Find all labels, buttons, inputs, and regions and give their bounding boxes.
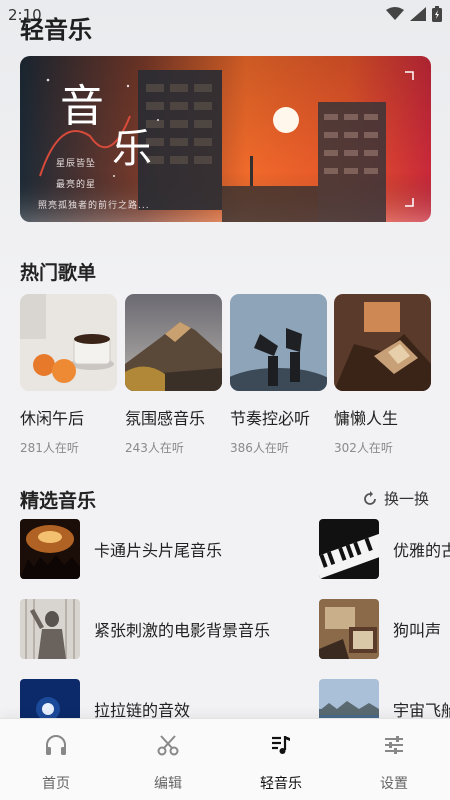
page-title: 轻音乐 — [20, 16, 92, 44]
banner-title-char-2: 乐 — [112, 126, 152, 172]
banner-title-char-1: 音 — [60, 81, 104, 132]
battery-icon — [432, 6, 442, 22]
music-title: 狗叫声 — [393, 621, 442, 640]
nav-label: 设置 — [380, 776, 408, 792]
playlist-card[interactable]: 氛围感音乐 243人在听 — [125, 294, 222, 456]
banner-caption-line: 星辰皆坠 — [56, 159, 97, 169]
nav-label: 轻音乐 — [260, 776, 302, 792]
playlist-listeners: 302人在听 — [334, 441, 393, 455]
playlist-card[interactable]: 节奏控必听 386人在听 — [230, 294, 327, 456]
hot-playlists: 休闲午后 281人在听 氛围感音乐 243人在听 节奏控必听 386人在听 慵懒… — [20, 294, 450, 464]
music-item[interactable]: 拉拉链的音效 — [20, 678, 190, 718]
playlist-card[interactable]: 慵懒人生 302人在听 — [334, 294, 431, 456]
music-item[interactable]: 狗叫声 — [319, 598, 441, 660]
featured-music-heading: 精选音乐 — [20, 490, 97, 512]
music-cover — [20, 519, 80, 579]
music-cover — [319, 679, 379, 718]
banner-caption-line: 照亮孤独者的前行之路... — [38, 201, 150, 211]
nav-item-light-music[interactable]: 轻音乐 — [225, 719, 337, 800]
music-note-icon — [272, 736, 290, 754]
playlist-name: 慵懒人生 — [334, 409, 399, 428]
sliders-icon — [385, 736, 403, 754]
playlist-listeners: 386人在听 — [230, 441, 289, 455]
refresh-button[interactable]: 换一换 — [362, 488, 429, 509]
nav-item-home[interactable]: 首页 — [0, 719, 112, 800]
playlist-card[interactable]: 休闲午后 281人在听 — [20, 294, 117, 456]
music-cover — [319, 519, 379, 579]
refresh-label: 换一换 — [384, 490, 430, 508]
wifi-icon — [386, 7, 404, 20]
music-title: 拉拉链的音效 — [94, 701, 191, 718]
refresh-icon — [364, 490, 376, 505]
music-item[interactable]: 紧张刺激的电影背景音乐 — [20, 598, 270, 660]
nav-label: 首页 — [42, 776, 70, 792]
nav-item-edit[interactable]: 编辑 — [112, 719, 224, 800]
scissors-icon — [157, 735, 179, 756]
playlist-name: 氛围感音乐 — [125, 409, 206, 428]
banner-caption-line: 最亮的星 — [56, 180, 97, 190]
nav-item-settings[interactable]: 设置 — [338, 719, 450, 800]
playlist-listeners: 243人在听 — [125, 441, 184, 455]
music-cover — [319, 599, 379, 659]
banner-carousel[interactable]: 音 乐 星辰皆坠 最亮的星 照亮孤独者的前行之路... — [20, 56, 431, 222]
playlist-cover — [334, 294, 431, 391]
music-title: 紧张刺激的电影背景音乐 — [94, 621, 271, 640]
music-title: 卡通片头片尾音乐 — [94, 541, 223, 560]
nav-label: 编辑 — [154, 776, 182, 792]
playlist-name: 休闲午后 — [20, 409, 85, 428]
featured-music-list: 卡通片头片尾音乐 优雅的古 紧张刺激的电影背景音乐 狗叫声 拉拉链的音效 宇宙飞… — [0, 518, 450, 718]
music-title: 优雅的古 — [393, 541, 450, 560]
music-item[interactable]: 宇宙飞船 — [319, 678, 450, 718]
playlist-cover — [125, 294, 222, 391]
headphones-icon — [46, 735, 66, 755]
playlist-cover — [20, 294, 117, 391]
music-item[interactable]: 卡通片头片尾音乐 — [20, 518, 222, 580]
signal-icon — [410, 7, 426, 21]
playlist-name: 节奏控必听 — [230, 409, 311, 428]
music-cover — [20, 599, 80, 659]
music-title: 宇宙飞船 — [393, 701, 450, 718]
music-cover — [20, 679, 80, 718]
playlist-cover — [230, 294, 327, 391]
hot-playlists-heading: 热门歌单 — [20, 262, 97, 284]
status-icons — [386, 6, 442, 22]
playlist-listeners: 281人在听 — [20, 441, 79, 455]
bottom-navigation: 首页 编辑 轻音乐 设置 — [0, 718, 450, 800]
music-item[interactable]: 优雅的古 — [319, 518, 450, 580]
